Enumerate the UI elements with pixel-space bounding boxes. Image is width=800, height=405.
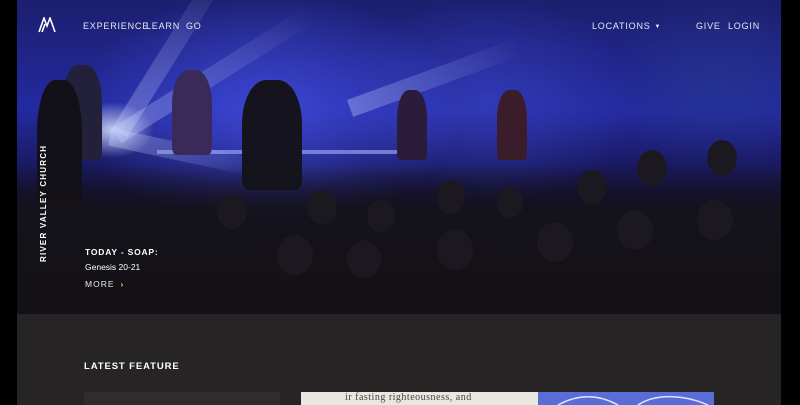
- crowd-silhouette: [17, 164, 781, 314]
- crowd-head: [697, 200, 733, 240]
- crowd-head: [637, 150, 667, 186]
- church-name-vertical: RIVER VALLEY CHURCH: [39, 144, 48, 262]
- crowd-head: [347, 240, 381, 278]
- nav-link-go[interactable]: GO: [186, 21, 202, 31]
- crowd-head: [437, 180, 465, 214]
- crowd-head: [367, 200, 395, 232]
- crowd-head: [217, 195, 247, 229]
- today-scripture-reference: Genesis 20-21: [85, 262, 141, 272]
- page-frame: EXPERIENCE LEARN GO LOCATIONS ▼ GIVE LOGI…: [17, 0, 781, 405]
- feature-card-secondary[interactable]: [84, 392, 280, 405]
- feature-artwork-lines: [557, 395, 709, 405]
- performer-silhouette: [172, 70, 212, 155]
- more-link[interactable]: MORE ›: [85, 279, 124, 289]
- locations-dropdown[interactable]: LOCATIONS ▼: [592, 21, 661, 31]
- latest-feature-heading: LATEST FEATURE: [84, 361, 180, 372]
- crowd-head: [537, 222, 573, 262]
- crowd-head: [437, 230, 473, 270]
- feature-image-text: ir fasting righteousness, and: [345, 392, 472, 403]
- chevron-right-icon: ›: [120, 279, 125, 289]
- crowd-head: [707, 140, 737, 176]
- caret-down-icon: ▼: [654, 24, 662, 30]
- crowd-head: [497, 188, 523, 218]
- performer-silhouette: [497, 90, 527, 160]
- rvc-logo-icon[interactable]: [38, 17, 56, 33]
- crowd-head: [617, 210, 653, 250]
- nav-link-learn[interactable]: LEARN: [146, 21, 180, 31]
- more-label: MORE: [85, 279, 115, 289]
- feature-card-primary[interactable]: ir fasting righteousness, and: [301, 392, 714, 405]
- top-navigation: EXPERIENCE LEARN GO LOCATIONS ▼ GIVE LOGI…: [17, 0, 781, 52]
- feature-artwork: [538, 392, 714, 405]
- crowd-head: [307, 190, 337, 224]
- give-link[interactable]: GIVE: [696, 21, 721, 31]
- crowd-head: [277, 235, 313, 275]
- hero-banner: EXPERIENCE LEARN GO LOCATIONS ▼ GIVE LOGI…: [17, 0, 781, 314]
- performer-silhouette: [397, 90, 427, 160]
- nav-link-experience[interactable]: EXPERIENCE: [83, 21, 149, 31]
- today-soap-label: TODAY - SOAP:: [85, 247, 159, 257]
- login-link[interactable]: LOGIN: [728, 21, 760, 31]
- locations-label: LOCATIONS: [592, 21, 651, 31]
- crowd-head: [577, 170, 607, 204]
